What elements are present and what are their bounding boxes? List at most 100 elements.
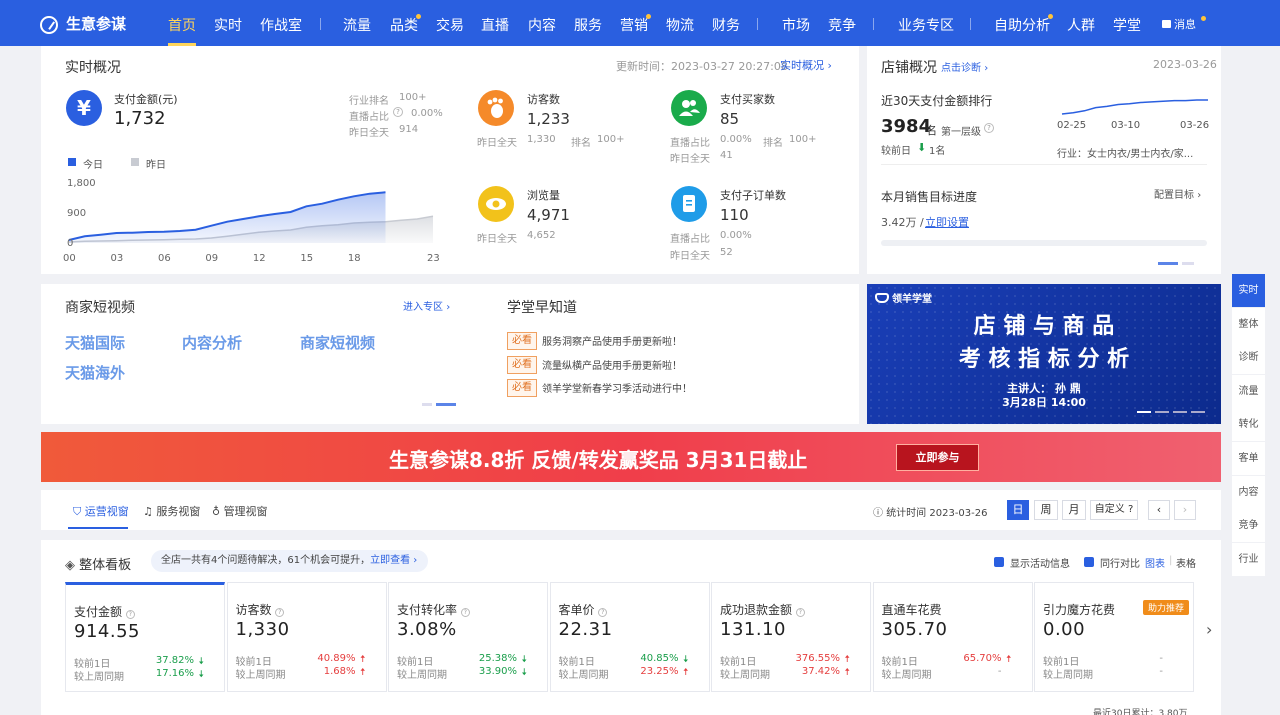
nav-live[interactable]: 直播 [481, 15, 509, 35]
nav-school[interactable]: 学堂 [1113, 15, 1141, 35]
chevron-right-icon: › [446, 302, 451, 313]
nav-business-zone[interactable]: 业务专区 [898, 15, 954, 35]
join-now-button[interactable]: 立即参与 [896, 444, 979, 471]
side-nav-conversion[interactable]: 转化 [1232, 408, 1265, 442]
nav-market[interactable]: 市场 [782, 15, 810, 35]
y-tick-label: 0 [67, 238, 73, 249]
side-nav-competition[interactable]: 竞争 [1232, 509, 1265, 543]
arrow-down-icon: 🠇 [198, 656, 204, 667]
stat-time: ⓘ 统计时间 2023-03-26 [873, 508, 988, 519]
legend-today-swatch [68, 158, 76, 166]
metric-card-conversion-rate[interactable]: 支付转化率 ? 3.08% 较前1日 较上周同期 25.38% 33.90% 🠇 🠇 [388, 582, 548, 692]
school-item[interactable]: 服务洞察产品使用手册更新啦！ [542, 333, 682, 348]
promo-line2: 考 核 指 标 分 析 [958, 346, 1130, 372]
shop-diagnose-link[interactable]: 点击诊断 › [941, 59, 988, 74]
side-nav-industry[interactable]: 行业 [1232, 542, 1265, 576]
course-promo-banner[interactable]: 领羊学堂 店 铺 与 商 品 考 核 指 标 分 析 主讲人： 孙 鼎 3月28… [867, 284, 1221, 424]
side-nav-content[interactable]: 内容 [1232, 475, 1265, 509]
nav-home[interactable]: 首页 [168, 15, 196, 46]
nav-war-room[interactable]: 作战室 [260, 15, 302, 35]
nav-service[interactable]: 服务 [574, 15, 602, 35]
compare-1w-value: 33.90% [478, 666, 517, 677]
x-tick-label: 06 [158, 253, 171, 264]
arrow-up-icon: 🠅 [683, 667, 689, 678]
app-logo[interactable]: 生意参谋 [66, 13, 126, 34]
target-config-link[interactable]: 配置目标 › [1154, 186, 1201, 201]
chevron-right-icon[interactable]: › [1206, 620, 1212, 639]
carousel-dot-active[interactable] [436, 403, 456, 406]
metric-card-visitors[interactable]: 访客数 ? 1,330 较前1日 较上周同期 40.89% 1.68% 🠅 🠅 [226, 582, 387, 692]
prev-date-button[interactable]: ‹ [1148, 500, 1170, 520]
nav-crowd[interactable]: 人群 [1067, 15, 1095, 35]
metric-title: 引力魔方花费 [1043, 603, 1116, 617]
side-nav-realtime[interactable]: 实时 [1232, 274, 1265, 307]
activity-checkbox[interactable] [994, 557, 1004, 567]
nav-traffic[interactable]: 流量 [343, 15, 371, 35]
realtime-link[interactable]: 实时概况 › [780, 57, 832, 73]
shop-compare-label: 较前日 [881, 146, 911, 157]
orders-yday-value: 52 [720, 247, 733, 258]
sheep-logo-icon [875, 293, 889, 303]
period-custom[interactable]: 自定义 ? [1090, 500, 1138, 520]
target-set-link[interactable]: 立即设置 [925, 214, 969, 230]
video-enter-link[interactable]: 进入专区 › [403, 298, 450, 313]
nav-category[interactable]: 品类 [390, 15, 418, 35]
shop-rank-value: 3984 [881, 116, 932, 137]
realtime-area-chart: 0 900 1,800 00 03 06 09 12 15 18 23 [63, 178, 440, 264]
carousel-dot[interactable] [1182, 262, 1194, 265]
video-item-content[interactable]: 内容分析 [182, 332, 242, 353]
metric-value: 0.00 [1043, 619, 1086, 640]
nav-competition[interactable]: 竞争 [828, 15, 856, 35]
nav-self-analysis[interactable]: 自助分析 [994, 15, 1050, 35]
video-item-tmall-intl[interactable]: 天猫国际 [65, 332, 125, 353]
event-banner[interactable]: 生意参谋8.8折 反馈/转发赢奖品 3月31日截止 立即参与 [41, 432, 1221, 482]
carousel-dot-active[interactable] [1158, 262, 1178, 265]
compare-1d-value: - [1159, 653, 1163, 664]
side-nav-traffic[interactable]: 流量 [1232, 374, 1265, 408]
visitors-rank-value: 100+ [597, 134, 625, 145]
side-nav-order-value[interactable]: 客单 [1232, 442, 1265, 475]
carousel-dot-active[interactable] [1137, 411, 1151, 413]
orders-live-label: 直播占比 [670, 234, 710, 245]
help-icon[interactable]: ? [984, 123, 994, 133]
carousel-dot[interactable] [1173, 411, 1187, 413]
video-item-short-video[interactable]: 商家短视频 [300, 332, 375, 353]
carousel-dot[interactable] [422, 403, 432, 406]
side-nav-overall[interactable]: 整体 [1232, 307, 1265, 341]
period-week[interactable]: 周 [1034, 500, 1058, 520]
nav-realtime[interactable]: 实时 [214, 15, 242, 35]
metric-card-avg-order[interactable]: 客单价 ? 22.31 较前1日 较上周同期 40.85% 23.25% 🠇 🠅 [549, 582, 710, 692]
view-table-toggle[interactable]: 表格 [1176, 555, 1196, 570]
buyers-yday-label: 昨日全天 [670, 154, 710, 165]
tab-operation[interactable]: ⛉ 运营视窗 [73, 503, 129, 519]
message-button[interactable]: 消息 [1162, 16, 1196, 32]
side-nav-diagnose[interactable]: 诊断 [1232, 341, 1265, 375]
shop-sparkline [1061, 99, 1208, 115]
metric-card-ylmf-spend[interactable]: 引力魔方花费 0.00 较前1日 较上周同期 - - [1034, 582, 1194, 692]
peer-checkbox[interactable] [1084, 557, 1094, 567]
carousel-dot[interactable] [1191, 411, 1205, 413]
rank-label: 行业排名 [349, 96, 389, 107]
video-item-tmall-overseas[interactable]: 天猫海外 [65, 362, 125, 383]
school-item[interactable]: 流量纵横产品使用手册更新啦！ [542, 357, 682, 372]
metric-card-refund-amount[interactable]: 成功退款金额 ? 131.10 较前1日 较上周同期 376.55% 37.42% 🠅 🠅 [711, 582, 871, 692]
visitors-yday-value: 1,330 [527, 134, 556, 145]
metric-card-pay-amount[interactable]: 支付金额 ? 914.55 较前1日 较上周同期 37.82% 17.16% 🠇 🠇 [65, 582, 225, 692]
nav-finance[interactable]: 财务 [712, 15, 740, 35]
period-day[interactable]: 日 [1007, 500, 1029, 520]
carousel-dot[interactable] [1155, 411, 1169, 413]
period-month[interactable]: 月 [1062, 500, 1086, 520]
next-date-button[interactable]: › [1174, 500, 1196, 520]
pv-yday-value: 4,652 [527, 230, 556, 241]
tab-management[interactable]: ♁ 管理视窗 [212, 503, 268, 519]
nav-content[interactable]: 内容 [528, 15, 556, 35]
view-chart-toggle[interactable]: 图表 [1145, 555, 1165, 570]
school-item[interactable]: 领羊学堂新春学习季活动进行中！ [542, 380, 692, 395]
help-icon[interactable]: ? [393, 107, 403, 117]
nav-logistics[interactable]: 物流 [666, 15, 694, 35]
tab-service[interactable]: ♫ 服务视窗 [143, 503, 200, 519]
nav-marketing[interactable]: 营销 [620, 15, 648, 35]
nav-trade[interactable]: 交易 [436, 15, 464, 35]
view-now-link[interactable]: 立即查看 [370, 555, 410, 566]
metric-card-ztc-spend[interactable]: 直通车花费 305.70 较前1日 较上周同期 65.70% - 🠅 [872, 582, 1033, 692]
